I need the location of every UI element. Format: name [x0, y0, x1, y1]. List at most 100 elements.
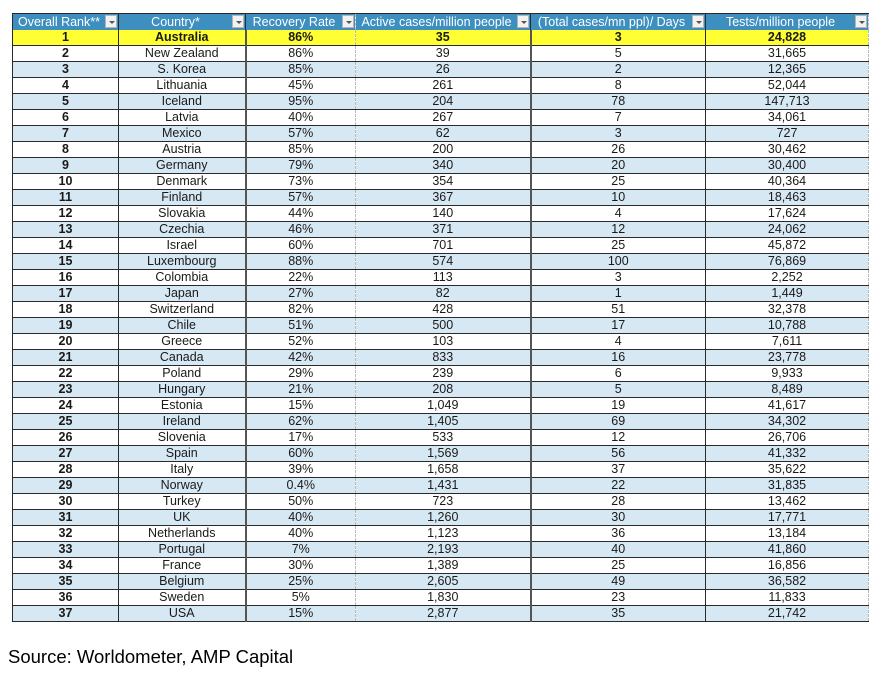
- recovery-rate-cell[interactable]: 29%: [245, 365, 356, 382]
- country-cell[interactable]: Slovakia: [118, 205, 247, 222]
- tests-per-million-cell[interactable]: 13,462: [705, 493, 869, 510]
- tests-per-million-cell[interactable]: 21,742: [705, 605, 869, 622]
- total-cases-per-days-cell[interactable]: 7: [530, 109, 706, 126]
- tests-per-million-cell[interactable]: 13,184: [705, 525, 869, 542]
- recovery-rate-cell[interactable]: 85%: [245, 141, 356, 158]
- country-cell[interactable]: Lithuania: [118, 77, 247, 94]
- rank-cell[interactable]: 2: [12, 45, 119, 62]
- country-cell[interactable]: Latvia: [118, 109, 247, 126]
- country-cell[interactable]: Australia: [118, 30, 247, 46]
- dropdown-arrow-icon[interactable]: [232, 15, 244, 28]
- total-cases-per-days-cell[interactable]: 16: [530, 349, 706, 366]
- recovery-rate-cell[interactable]: 30%: [245, 557, 356, 574]
- active-cases-cell[interactable]: 1,658: [355, 461, 532, 478]
- tests-per-million-cell[interactable]: 52,044: [705, 77, 869, 94]
- country-cell[interactable]: Hungary: [118, 381, 247, 398]
- country-cell[interactable]: Belgium: [118, 573, 247, 590]
- tests-per-million-cell[interactable]: 31,665: [705, 45, 869, 62]
- active-cases-cell[interactable]: 1,569: [355, 445, 532, 462]
- rank-cell[interactable]: 1: [12, 30, 119, 46]
- rank-cell[interactable]: 9: [12, 157, 119, 174]
- rank-cell[interactable]: 12: [12, 205, 119, 222]
- active-cases-cell[interactable]: 723: [355, 493, 532, 510]
- total-cases-per-days-cell[interactable]: 4: [530, 333, 706, 350]
- total-cases-per-days-cell[interactable]: 17: [530, 317, 706, 334]
- active-cases-cell[interactable]: 1,389: [355, 557, 532, 574]
- rank-cell[interactable]: 30: [12, 493, 119, 510]
- recovery-rate-cell[interactable]: 21%: [245, 381, 356, 398]
- recovery-rate-cell[interactable]: 15%: [245, 397, 356, 414]
- rank-cell[interactable]: 19: [12, 317, 119, 334]
- recovery-rate-cell[interactable]: 39%: [245, 461, 356, 478]
- country-cell[interactable]: USA: [118, 605, 247, 622]
- rank-cell[interactable]: 24: [12, 397, 119, 414]
- rank-cell[interactable]: 23: [12, 381, 119, 398]
- active-cases-cell[interactable]: 208: [355, 381, 532, 398]
- recovery-rate-cell[interactable]: 79%: [245, 157, 356, 174]
- tests-per-million-cell[interactable]: 41,860: [705, 541, 869, 558]
- active-cases-cell[interactable]: 574: [355, 253, 532, 270]
- active-cases-cell[interactable]: 354: [355, 173, 532, 190]
- country-cell[interactable]: Mexico: [118, 125, 247, 142]
- tests-per-million-cell[interactable]: 16,856: [705, 557, 869, 574]
- tests-per-million-cell[interactable]: 727: [705, 125, 869, 142]
- country-cell[interactable]: Spain: [118, 445, 247, 462]
- country-cell[interactable]: France: [118, 557, 247, 574]
- rank-cell[interactable]: 18: [12, 301, 119, 318]
- total-cases-per-days-cell[interactable]: 6: [530, 365, 706, 382]
- recovery-rate-cell[interactable]: 25%: [245, 573, 356, 590]
- active-cases-cell[interactable]: 140: [355, 205, 532, 222]
- country-cell[interactable]: Slovenia: [118, 429, 247, 446]
- rank-cell[interactable]: 36: [12, 589, 119, 606]
- country-cell[interactable]: Estonia: [118, 397, 247, 414]
- active-cases-cell[interactable]: 1,049: [355, 397, 532, 414]
- country-cell[interactable]: Norway: [118, 477, 247, 494]
- rank-cell[interactable]: 17: [12, 285, 119, 302]
- active-cases-cell[interactable]: 239: [355, 365, 532, 382]
- active-cases-cell[interactable]: 1,830: [355, 589, 532, 606]
- tests-per-million-cell[interactable]: 41,617: [705, 397, 869, 414]
- rank-cell[interactable]: 26: [12, 429, 119, 446]
- total-cases-per-days-cell[interactable]: 69: [530, 413, 706, 430]
- total-cases-per-days-cell[interactable]: 100: [530, 253, 706, 270]
- recovery-rate-cell[interactable]: 88%: [245, 253, 356, 270]
- recovery-rate-cell[interactable]: 82%: [245, 301, 356, 318]
- recovery-rate-cell[interactable]: 40%: [245, 509, 356, 526]
- rank-cell[interactable]: 8: [12, 141, 119, 158]
- rank-cell[interactable]: 14: [12, 237, 119, 254]
- active-cases-cell[interactable]: 204: [355, 93, 532, 110]
- recovery-rate-cell[interactable]: 5%: [245, 589, 356, 606]
- total-cases-per-days-cell[interactable]: 3: [530, 30, 706, 46]
- tests-per-million-cell[interactable]: 1,449: [705, 285, 869, 302]
- tests-per-million-cell[interactable]: 7,611: [705, 333, 869, 350]
- tests-per-million-cell[interactable]: 2,252: [705, 269, 869, 286]
- tests-per-million-cell[interactable]: 34,302: [705, 413, 869, 430]
- tests-per-million-cell[interactable]: 24,828: [705, 30, 869, 46]
- total-cases-per-days-cell[interactable]: 19: [530, 397, 706, 414]
- total-cases-per-days-cell[interactable]: 36: [530, 525, 706, 542]
- total-cases-per-days-cell[interactable]: 12: [530, 429, 706, 446]
- rank-cell[interactable]: 5: [12, 93, 119, 110]
- tests-per-million-cell[interactable]: 9,933: [705, 365, 869, 382]
- recovery-rate-cell[interactable]: 86%: [245, 30, 356, 46]
- tests-per-million-cell[interactable]: 26,706: [705, 429, 869, 446]
- tests-per-million-cell[interactable]: 45,872: [705, 237, 869, 254]
- active-cases-cell[interactable]: 82: [355, 285, 532, 302]
- country-cell[interactable]: UK: [118, 509, 247, 526]
- recovery-rate-cell[interactable]: 86%: [245, 45, 356, 62]
- active-cases-cell[interactable]: 62: [355, 125, 532, 142]
- recovery-rate-cell[interactable]: 42%: [245, 349, 356, 366]
- rank-cell[interactable]: 34: [12, 557, 119, 574]
- active-cases-cell[interactable]: 1,431: [355, 477, 532, 494]
- tests-per-million-cell[interactable]: 40,364: [705, 173, 869, 190]
- total-cases-per-days-cell[interactable]: 5: [530, 45, 706, 62]
- country-cell[interactable]: Turkey: [118, 493, 247, 510]
- rank-cell[interactable]: 13: [12, 221, 119, 238]
- total-cases-per-days-cell[interactable]: 23: [530, 589, 706, 606]
- recovery-rate-cell[interactable]: 22%: [245, 269, 356, 286]
- total-cases-per-days-cell[interactable]: 12: [530, 221, 706, 238]
- active-cases-cell[interactable]: 367: [355, 189, 532, 206]
- country-cell[interactable]: Greece: [118, 333, 247, 350]
- dropdown-arrow-icon[interactable]: [692, 15, 704, 28]
- total-cases-per-days-cell[interactable]: 26: [530, 141, 706, 158]
